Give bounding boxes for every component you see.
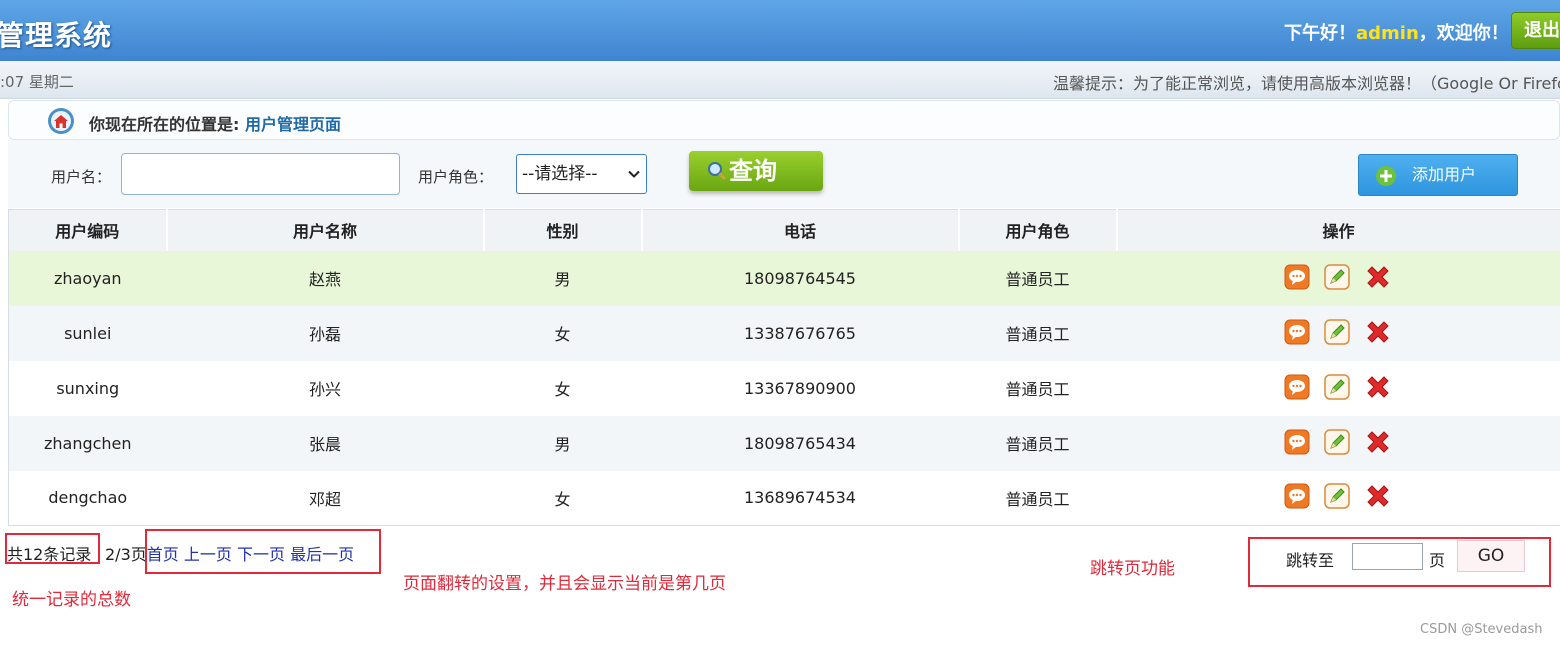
table-cell: 13367890900 [641,360,959,416]
top-header: 管理系统 下午好！admin，欢迎你！ 退出 [0,0,1560,61]
table-cell: 张晨 [166,415,484,471]
annotation-paging-note: 页面翻转的设置，并且会显示当前是第几页 [403,574,726,594]
breadcrumb-text: 你现在所在的位置是: 用户管理页面 [89,111,341,135]
greeting-suffix: ，欢迎你！ [1418,23,1509,44]
delete-icon[interactable] [1364,373,1392,401]
table-cell: 13689674534 [641,470,959,526]
role-select[interactable]: --请选择-- [516,154,647,194]
query-label: 查询 [729,157,777,185]
edit-icon[interactable] [1324,263,1350,290]
table-cell: zhaoyan [8,250,167,306]
annotation-total-note: 统一记录的总数 [12,590,131,610]
table-cell: 孙磊 [166,305,484,361]
edit-icon[interactable] [1324,428,1350,455]
view-icon[interactable] [1284,374,1310,400]
role-select-value: --请选择-- [522,164,598,184]
column-header: 用户编码 [8,209,168,251]
edit-icon[interactable] [1324,318,1350,345]
edit-icon[interactable] [1324,373,1350,400]
system-title: 管理系统 [0,19,113,52]
view-icon[interactable] [1284,483,1310,509]
table-cell: 普通员工 [958,470,1117,526]
table-cell: 男 [483,415,642,471]
browser-tip: 温馨提示：为了能正常浏览，请使用高版本浏览器！（Google Or Firefo… [1053,74,1560,93]
column-header: 用户角色 [958,209,1118,251]
table-row: sunlei 孙磊女 13387676765 普通员工 [8,305,1560,361]
table-cell: 18098764545 [641,250,959,306]
table-cell: 普通员工 [958,305,1117,361]
table-cell: 普通员工 [958,360,1117,416]
table-row: zhaoyan 赵燕男 18098764545 普通员工 [8,250,1560,306]
table-row: zhangchen 张晨男 18098765434 普通员工 [8,415,1560,471]
table-cell: 普通员工 [958,415,1117,471]
column-header: 操作 [1116,209,1560,251]
watermark: CSDN @Stevedash [1420,622,1543,637]
home-icon [48,108,74,134]
table-cell: 女 [483,305,642,361]
username-label: 用户名： [51,168,112,186]
date-text: :07 星期二 [0,73,74,91]
username-input[interactable] [121,153,400,195]
table-header-row: 用户编码 用户名称 性别 电话 用户角色 操作 [8,209,1560,251]
delete-icon[interactable] [1364,318,1392,346]
action-icons [1284,318,1392,346]
view-icon[interactable] [1284,429,1310,455]
query-button[interactable]: 查询 [689,151,823,191]
plus-icon [1376,166,1396,186]
edit-icon[interactable] [1324,483,1350,509]
chevron-down-icon [628,170,640,178]
action-icons [1284,428,1392,456]
table-row: dengchao 邓超女 13689674534 普通员工 [8,470,1560,526]
table-cell: zhangchen [8,415,167,471]
table-cell: dengchao [8,470,167,526]
delete-icon[interactable] [1364,428,1392,456]
row-actions [1116,305,1560,361]
annotation-box-jump [1248,537,1551,587]
column-header: 电话 [641,209,960,251]
view-icon[interactable] [1284,264,1310,290]
add-user-label: 添加用户 [1412,165,1477,184]
table-cell: 18098765434 [641,415,959,471]
column-header: 性别 [483,209,643,251]
annotation-box-total [5,533,100,564]
role-label: 用户角色： [418,168,494,186]
magnifier-icon [708,162,727,181]
greeting: 下午好！admin，欢迎你！ [1284,19,1509,45]
table-row: sunxing 孙兴女 13367890900 普通员工 [8,360,1560,416]
greeting-prefix: 下午好！ [1284,23,1356,44]
username: admin [1356,23,1419,44]
table-cell: 女 [483,470,642,526]
breadcrumb: 你现在所在的位置是: 用户管理页面 [8,100,1560,140]
user-table: 用户编码 用户名称 性别 电话 用户角色 操作 zhaoyan 赵燕男 180987… [8,209,1560,526]
table-cell: 赵燕 [166,250,484,306]
annotation-box-paging [145,529,381,574]
sub-header: :07 星期二 温馨提示：为了能正常浏览，请使用高版本浏览器！（Google O… [0,61,1560,99]
table-cell: 男 [483,250,642,306]
breadcrumb-current-page[interactable]: 用户管理页面 [245,115,341,134]
delete-icon[interactable] [1364,263,1392,291]
row-actions [1116,360,1560,416]
table-cell: sunlei [8,305,167,361]
annotation-jump-note: 跳转页功能 [1090,559,1175,579]
table-cell: sunxing [8,360,167,416]
table-cell: 孙兴 [166,360,484,416]
table-cell: 13387676765 [641,305,959,361]
table-cell: 女 [483,360,642,416]
page-info: 2/3页 [105,545,147,564]
view-icon[interactable] [1284,319,1310,345]
row-actions [1116,470,1560,526]
breadcrumb-prefix: 你现在所在的位置是: [89,115,240,134]
add-user-button[interactable]: 添加用户 [1358,154,1518,196]
row-actions [1116,250,1560,306]
table-cell: 普通员工 [958,250,1117,306]
logout-button[interactable]: 退出 [1511,12,1560,49]
action-icons [1284,263,1392,291]
delete-icon[interactable] [1364,482,1392,510]
column-header: 用户名称 [166,209,485,251]
row-actions [1116,415,1560,471]
action-icons [1284,482,1392,510]
table-cell: 邓超 [166,470,484,526]
action-icons [1284,373,1392,401]
